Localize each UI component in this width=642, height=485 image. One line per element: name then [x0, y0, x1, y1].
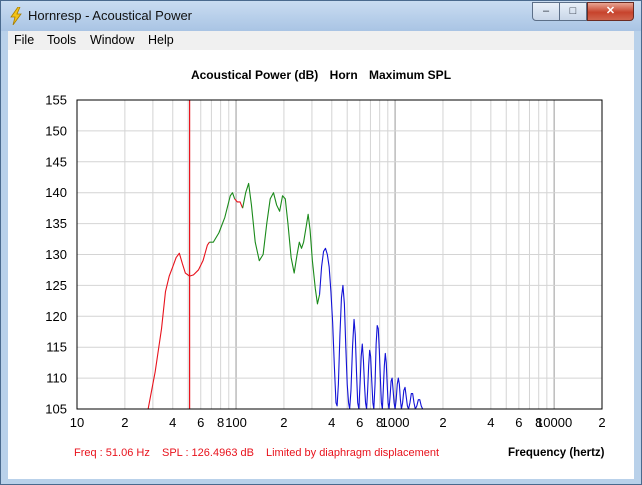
title-bar[interactable]: Hornresp - Acoustical Power ‒ □ ✕ [1, 1, 641, 31]
y-tick-label: 130 [45, 247, 67, 262]
x-tick-label: 4 [487, 415, 494, 430]
x-tick-label: 100 [225, 415, 247, 430]
y-tick-label: 150 [45, 123, 67, 138]
window-title: Hornresp - Acoustical Power [28, 8, 193, 23]
x-axis-ticks: 10 2 4 6 8 100 2 4 6 81000 2 4 6 810000 2 [70, 415, 606, 430]
close-button[interactable]: ✕ [587, 2, 634, 21]
menu-window[interactable]: Window [90, 33, 134, 47]
y-tick-label: 115 [46, 340, 67, 355]
status-frequency: Freq : 51.06 Hz [74, 447, 150, 459]
y-axis-ticks: 105 110 115 120 125 130 135 140 145 150 155 [45, 93, 67, 417]
x-tick-label: 4 [169, 415, 176, 430]
y-tick-label: 120 [45, 309, 67, 324]
x-tick-label: 10000 [536, 415, 572, 430]
x-tick-label: 1000 [381, 415, 410, 430]
response-curve-limited [147, 241, 210, 410]
menu-file[interactable]: File [14, 33, 34, 47]
lightning-icon [10, 7, 22, 25]
x-tick-label: 2 [121, 415, 128, 430]
menu-bar: File Tools Window Help [8, 31, 634, 50]
app-window: Hornresp - Acoustical Power ‒ □ ✕ File T… [0, 0, 642, 485]
y-tick-label: 155 [45, 93, 67, 108]
x-tick-label: 8 [217, 415, 224, 430]
y-tick-label: 110 [46, 371, 67, 386]
x-tick-label: 6 [197, 415, 204, 430]
x-tick-label: 6 [356, 415, 363, 430]
maximize-button[interactable]: □ [559, 2, 587, 21]
acoustical-power-plot[interactable]: 105110115120125130135140145150155 10 2 4 6 8… [8, 50, 634, 479]
chart-area: Acoustical Power (dB) Horn Maximum SPL 1… [8, 50, 634, 479]
y-tick-label: 105 [45, 402, 67, 417]
x-tick-label: 2 [280, 415, 287, 430]
response-curve-normal [209, 192, 236, 243]
x-tick-label: 4 [328, 415, 335, 430]
y-tick-label: 145 [45, 154, 67, 169]
x-tick-label: 2 [598, 415, 605, 430]
x-tick-label: 2 [439, 415, 446, 430]
response-curve-high [319, 247, 424, 410]
y-tick-label: 140 [45, 185, 67, 200]
menu-help[interactable]: Help [148, 33, 174, 47]
y-tick-label: 135 [45, 216, 67, 231]
y-tick-label: 125 [45, 278, 67, 293]
status-spl: SPL : 126.4963 dB [162, 447, 254, 459]
menu-tools[interactable]: Tools [47, 33, 76, 47]
x-axis-label: Frequency (hertz) [508, 447, 605, 459]
minimize-button[interactable]: ‒ [532, 2, 560, 21]
x-tick-label: 6 [515, 415, 522, 430]
x-tick-label: 10 [70, 415, 84, 430]
status-limit-note: Limited by diaphragm displacement [266, 447, 440, 459]
